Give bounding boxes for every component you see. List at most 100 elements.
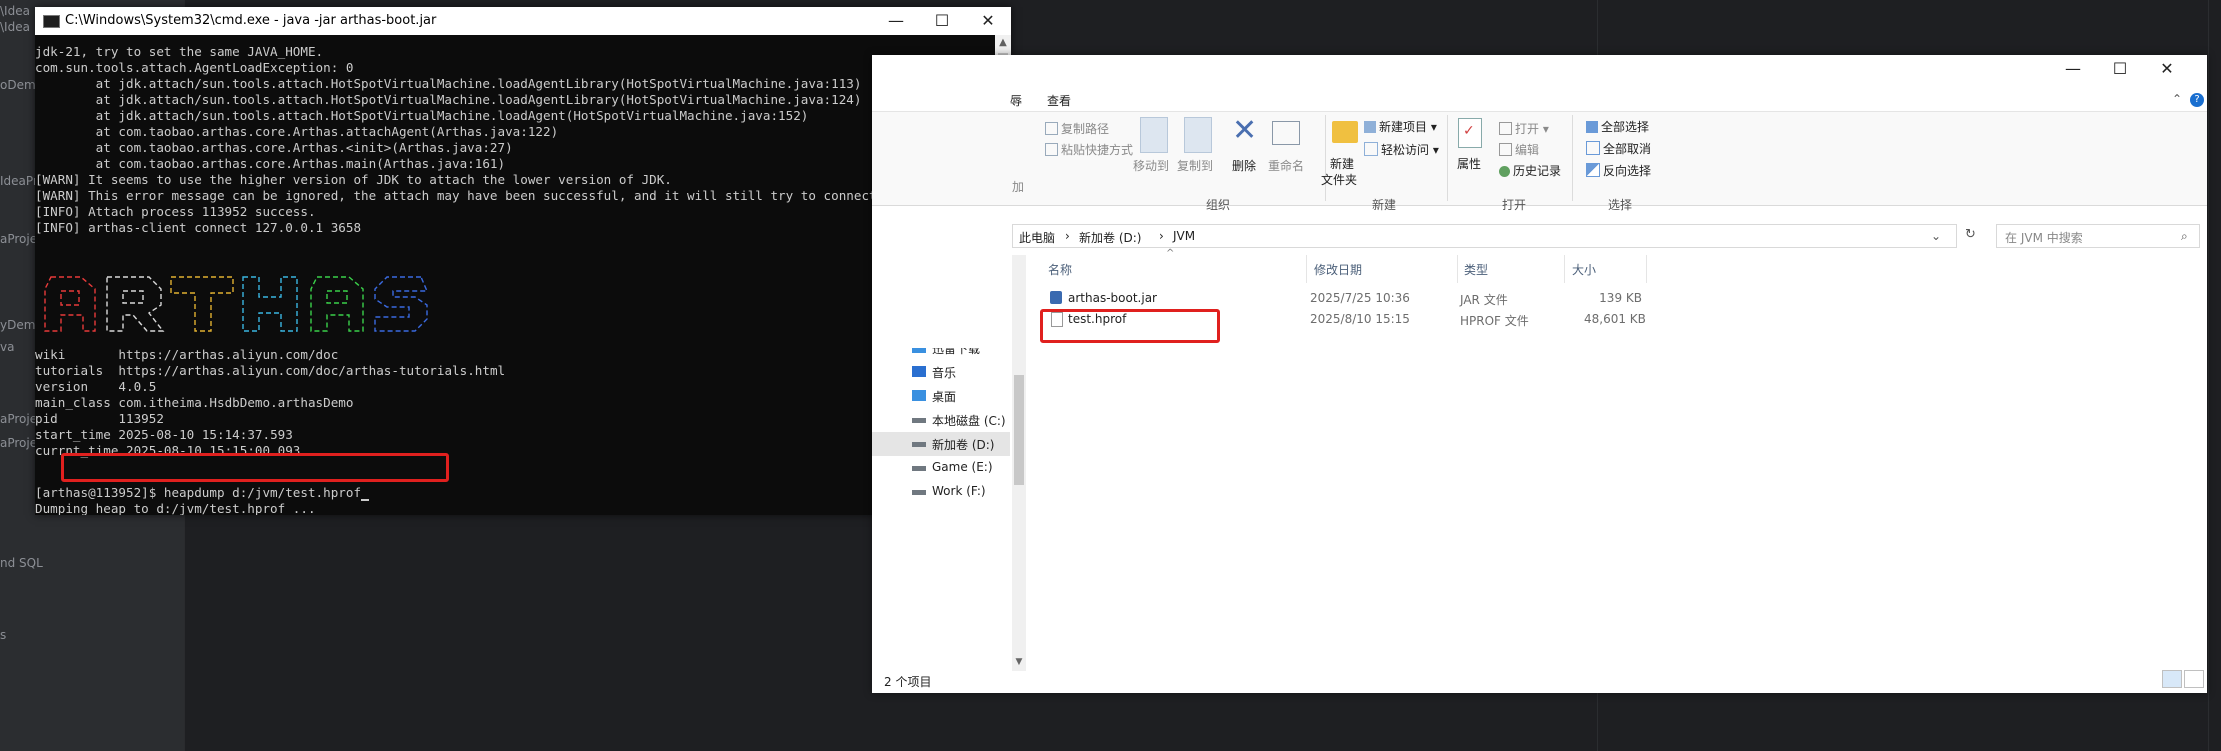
sidebar-item[interactable]: Work (F:) bbox=[872, 480, 1010, 504]
cut-partial[interactable]: 加 bbox=[1012, 178, 1024, 195]
copy-path-button[interactable]: 复制路径 bbox=[1045, 120, 1109, 137]
console-line: at jdk.attach/sun.tools.attach.HotSpotVi… bbox=[35, 76, 862, 91]
file-name[interactable]: arthas-boot.jar bbox=[1068, 291, 1157, 305]
copy-to-button[interactable]: 复制到 bbox=[1177, 157, 1213, 174]
info-key: tutorials bbox=[35, 363, 111, 378]
search-box[interactable]: 在 JVM 中搜索 ⌕ bbox=[1996, 224, 2200, 248]
ide-fragment: aProje bbox=[0, 232, 38, 246]
sidebar-item-label: 桌面 bbox=[932, 390, 957, 404]
drive-icon bbox=[912, 490, 926, 495]
group-label-open: 打开 bbox=[1502, 198, 1527, 212]
drive-icon bbox=[912, 418, 926, 423]
move-to-icon bbox=[1140, 117, 1168, 153]
easy-access-button[interactable]: 轻松访问 ▾ bbox=[1364, 141, 1439, 158]
nav-scrollbar[interactable]: ▼ bbox=[1012, 255, 1026, 671]
console-line: [INFO] Attach process 113952 success. bbox=[35, 204, 316, 219]
close-button[interactable]: ✕ bbox=[965, 7, 1011, 35]
highlight-box-command bbox=[61, 453, 449, 482]
info-value: 113952 bbox=[118, 411, 164, 426]
help-icon[interactable]: ? bbox=[2190, 93, 2204, 107]
sidebar-item[interactable]: Game (E:) bbox=[872, 456, 1010, 480]
select-none-button[interactable]: 全部取消 bbox=[1586, 140, 1651, 157]
breadcrumb-drive-d[interactable]: 新加卷 (D:) bbox=[1079, 229, 1141, 246]
explorer-titlebar[interactable]: — ☐ ✕ bbox=[872, 55, 2207, 87]
new-item-button[interactable]: 新建项目 ▾ bbox=[1364, 118, 1437, 135]
invert-selection-button[interactable]: 反向选择 bbox=[1586, 162, 1651, 179]
sort-ascending-icon: ^ bbox=[1166, 248, 1175, 259]
minimize-button[interactable]: — bbox=[2050, 55, 2096, 83]
info-value: https://arthas.aliyun.com/doc bbox=[118, 347, 339, 362]
details-view-icon[interactable] bbox=[2162, 670, 2182, 688]
console-output-lines: Dumping heap to d:/jvm/test.hprof ...Hea… bbox=[35, 501, 316, 515]
info-row: version 4.0.5 bbox=[35, 379, 505, 395]
refresh-icon[interactable]: ↻ bbox=[1965, 227, 1976, 242]
sidebar-item[interactable]: 本地磁盘 (C:) bbox=[872, 408, 1010, 432]
move-to-button[interactable]: 移动到 bbox=[1133, 157, 1169, 174]
select-all-button[interactable]: 全部选择 bbox=[1586, 118, 1649, 135]
column-header-date[interactable]: 修改日期 bbox=[1314, 261, 1362, 278]
file-size: 139 KB bbox=[1599, 291, 1642, 305]
address-dropdown-icon[interactable]: ⌄ bbox=[1931, 229, 1941, 243]
properties-button[interactable]: 属性 bbox=[1457, 155, 1481, 172]
minimize-button[interactable]: — bbox=[873, 7, 919, 35]
ribbon-tabs: 辱 查看 ⌃ ? bbox=[872, 87, 2207, 111]
navigation-pane[interactable]: 迅雷下载 音乐桌面本地磁盘 (C:) 新加卷 (D:) Game (E:) Work (… bbox=[872, 348, 1012, 648]
group-label-select: 选择 bbox=[1608, 198, 1633, 212]
scroll-up-icon[interactable]: ▲ bbox=[995, 35, 1011, 51]
console-output[interactable]: jdk-21, try to set the same JAVA_HOME. co… bbox=[35, 35, 995, 515]
info-key: main_class bbox=[35, 395, 111, 410]
maximize-button[interactable]: ☐ bbox=[2097, 55, 2143, 83]
drive-icon bbox=[912, 442, 926, 447]
ide-fragment: \Idea bbox=[0, 20, 30, 34]
copy-to-icon bbox=[1184, 117, 1212, 153]
console-titlebar[interactable]: C:\Windows\System32\cmd.exe - java -jar … bbox=[35, 7, 1011, 35]
new-folder-button[interactable]: 新建 bbox=[1330, 155, 1354, 172]
ide-fragment: nd SQL bbox=[0, 556, 43, 570]
new-folder-button-line2[interactable]: 文件夹 bbox=[1321, 171, 1357, 188]
column-header-size[interactable]: 大小 bbox=[1572, 261, 1596, 278]
file-size: 48,601 KB bbox=[1584, 312, 1646, 326]
breadcrumb-jvm[interactable]: JVM bbox=[1173, 229, 1195, 243]
desktop-icon bbox=[912, 390, 926, 401]
edit-button[interactable]: 编辑 bbox=[1499, 141, 1539, 158]
history-button[interactable]: 历史记录 bbox=[1499, 162, 1561, 179]
info-key: start_time bbox=[35, 427, 111, 442]
sidebar-item-label: 本地磁盘 (C:) bbox=[932, 414, 1006, 428]
console-window[interactable]: C:\Windows\System32\cmd.exe - java -jar … bbox=[35, 7, 1011, 515]
tab-share-partial[interactable]: 辱 bbox=[1010, 92, 1022, 109]
ide-fragment: \Idea bbox=[0, 4, 30, 18]
rename-icon bbox=[1272, 121, 1300, 145]
ide-fragment: s bbox=[0, 628, 7, 642]
file-explorer-window[interactable]: — ☐ ✕ 辱 查看 ⌃ ? 加 复制路径 粘贴快捷方式 移动到 复制到 ✕ 删… bbox=[872, 55, 2207, 693]
paste-shortcut-button[interactable]: 粘贴快捷方式 bbox=[1045, 141, 1133, 158]
status-item-count: 2 个项目 bbox=[884, 675, 932, 689]
console-line: at com.taobao.arthas.core.Arthas.<init>(… bbox=[35, 140, 513, 155]
sidebar-item[interactable]: 迅雷下载 bbox=[872, 348, 1010, 360]
column-header-type[interactable]: 类型 bbox=[1464, 261, 1488, 278]
info-key: version bbox=[35, 379, 111, 394]
group-label-new: 新建 bbox=[1372, 198, 1397, 212]
rename-button[interactable]: 重命名 bbox=[1268, 157, 1304, 174]
drive-icon bbox=[912, 466, 926, 471]
file-date: 2025/7/25 10:36 bbox=[1310, 291, 1410, 305]
sidebar-item[interactable]: 桌面 bbox=[872, 384, 1010, 408]
maximize-button[interactable]: ☐ bbox=[919, 7, 965, 35]
console-text: jdk-21, try to set the same JAVA_HOME. co… bbox=[35, 44, 884, 236]
highlight-box-hprof bbox=[1040, 309, 1220, 343]
nav-scroll-down-icon[interactable]: ▼ bbox=[1012, 657, 1026, 671]
breadcrumb-this-pc[interactable]: 此电脑 bbox=[1019, 229, 1055, 246]
collapse-ribbon-icon[interactable]: ⌃ bbox=[2172, 92, 2182, 106]
large-icons-view-icon[interactable] bbox=[2184, 670, 2204, 688]
sidebar-item[interactable]: 音乐 bbox=[872, 360, 1010, 384]
close-button[interactable]: ✕ bbox=[2144, 55, 2190, 83]
nav-scroll-thumb[interactable] bbox=[1014, 375, 1024, 485]
column-header-name[interactable]: 名称 bbox=[1048, 261, 1072, 278]
sidebar-item[interactable]: 新加卷 (D:) bbox=[872, 432, 1010, 456]
ide-fragment: va bbox=[0, 340, 15, 354]
address-bar[interactable]: 此电脑 › 新加卷 (D:) › JVM ⌄ bbox=[1012, 224, 1957, 248]
tab-view[interactable]: 查看 bbox=[1047, 92, 1071, 109]
file-date: 2025/8/10 15:15 bbox=[1310, 312, 1410, 326]
group-label-organize: 组织 bbox=[1206, 198, 1231, 212]
delete-button[interactable]: 删除 bbox=[1232, 157, 1256, 174]
open-button[interactable]: 打开 ▾ bbox=[1499, 120, 1549, 137]
